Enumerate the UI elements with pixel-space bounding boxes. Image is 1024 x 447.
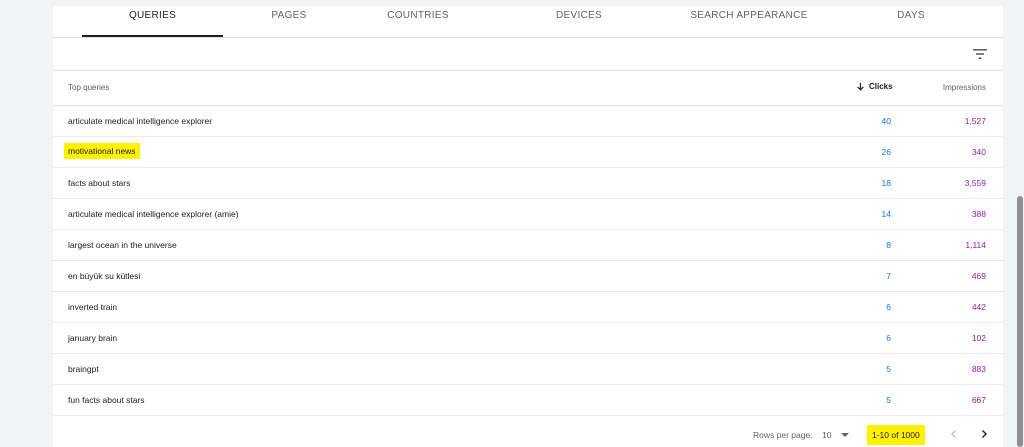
query-cell: fun facts about stars	[68, 395, 145, 405]
tab-devices[interactable]: DEVICES	[529, 6, 629, 37]
query-cell: inverted train	[68, 302, 118, 312]
clicks-cell: 26	[881, 147, 891, 157]
table-row[interactable]: january brain 6 102	[53, 323, 1003, 354]
tab-days[interactable]: DAYS	[861, 6, 961, 37]
clicks-cell: 14	[881, 209, 891, 219]
impressions-cell: 667	[971, 395, 986, 405]
clicks-cell: 18	[881, 178, 891, 188]
query-cell: january brain	[68, 333, 118, 343]
impressions-cell: 883	[971, 364, 986, 374]
tab-queries[interactable]: QUERIES	[82, 6, 223, 37]
query-cell: braingpt	[68, 364, 99, 374]
rows-per-page-label: Rows per page:	[753, 430, 813, 440]
clicks-cell: 7	[886, 271, 891, 281]
clicks-cell: 40	[881, 116, 891, 126]
impressions-cell: 1,114	[965, 240, 986, 250]
active-tab-indicator	[82, 35, 223, 37]
query-cell: largest ocean in the universe	[68, 240, 177, 250]
impressions-cell: 442	[971, 302, 986, 312]
arrow-down-icon	[857, 82, 864, 91]
column-header-impressions[interactable]: Impressions	[943, 83, 986, 92]
query-cell: articulate medical intelligence explorer	[68, 116, 213, 126]
chevron-right-icon[interactable]	[979, 429, 989, 439]
pagination-bar: Rows per page: 10 1-10 of 1000	[53, 418, 1003, 447]
impressions-cell: 3,559	[964, 178, 986, 188]
column-header-queries: Top queries	[68, 83, 110, 92]
table-row[interactable]: largest ocean in the universe 8 1,114	[53, 230, 1003, 261]
impressions-cell: 388	[971, 209, 986, 219]
table-row[interactable]: braingpt 5 883	[53, 354, 1003, 385]
rows-per-page-select[interactable]: 10	[822, 430, 850, 440]
query-cell-highlighted: motivational news	[64, 143, 140, 159]
query-cell: en büyük su kütlesi	[68, 271, 141, 281]
clicks-cell: 8	[886, 240, 891, 250]
chevron-left-icon[interactable]	[949, 429, 959, 439]
table-row[interactable]: facts about stars 18 3,559	[53, 168, 1003, 199]
filter-list-icon[interactable]	[973, 48, 987, 60]
query-cell: articulate medical intelligence explorer…	[68, 209, 239, 219]
performance-table-card: QUERIES PAGES COUNTRIES DEVICES SEARCH A…	[53, 6, 1003, 447]
scrollbar-thumb[interactable]	[1017, 196, 1023, 447]
clicks-cell: 5	[886, 364, 891, 374]
clicks-cell: 5	[886, 395, 891, 405]
query-cell: facts about stars	[68, 178, 131, 188]
tab-countries[interactable]: COUNTRIES	[368, 6, 468, 37]
tab-pages[interactable]: PAGES	[239, 6, 339, 37]
clicks-cell: 6	[886, 333, 891, 343]
rows-per-page-value: 10	[822, 430, 832, 440]
table-row[interactable]: articulate medical intelligence explorer…	[53, 199, 1003, 230]
pagination-range: 1-10 of 1000	[867, 425, 925, 445]
impressions-cell: 102	[971, 333, 986, 343]
impressions-cell: 1,527	[964, 116, 986, 126]
dropdown-arrow-icon	[841, 433, 850, 437]
table-row[interactable]: en büyük su kütlesi 7 469	[53, 261, 1003, 292]
table-row[interactable]: articulate medical intelligence explorer…	[53, 106, 1003, 137]
impressions-cell: 469	[971, 271, 986, 281]
table-header: Top queries Clicks Impressions	[53, 71, 1003, 106]
dimension-tabs: QUERIES PAGES COUNTRIES DEVICES SEARCH A…	[53, 6, 1003, 38]
filter-bar	[53, 38, 1003, 71]
tab-search-appearance[interactable]: SEARCH APPEARANCE	[677, 6, 821, 37]
clicks-cell: 6	[886, 302, 891, 312]
column-header-clicks[interactable]: Clicks	[856, 82, 893, 91]
impressions-cell: 340	[971, 147, 986, 157]
table-row[interactable]: inverted train 6 442	[53, 292, 1003, 323]
table-row[interactable]: motivational news 26 340	[53, 137, 1003, 168]
column-header-clicks-label: Clicks	[869, 82, 893, 91]
table-row[interactable]: fun facts about stars 5 667	[53, 385, 1003, 416]
